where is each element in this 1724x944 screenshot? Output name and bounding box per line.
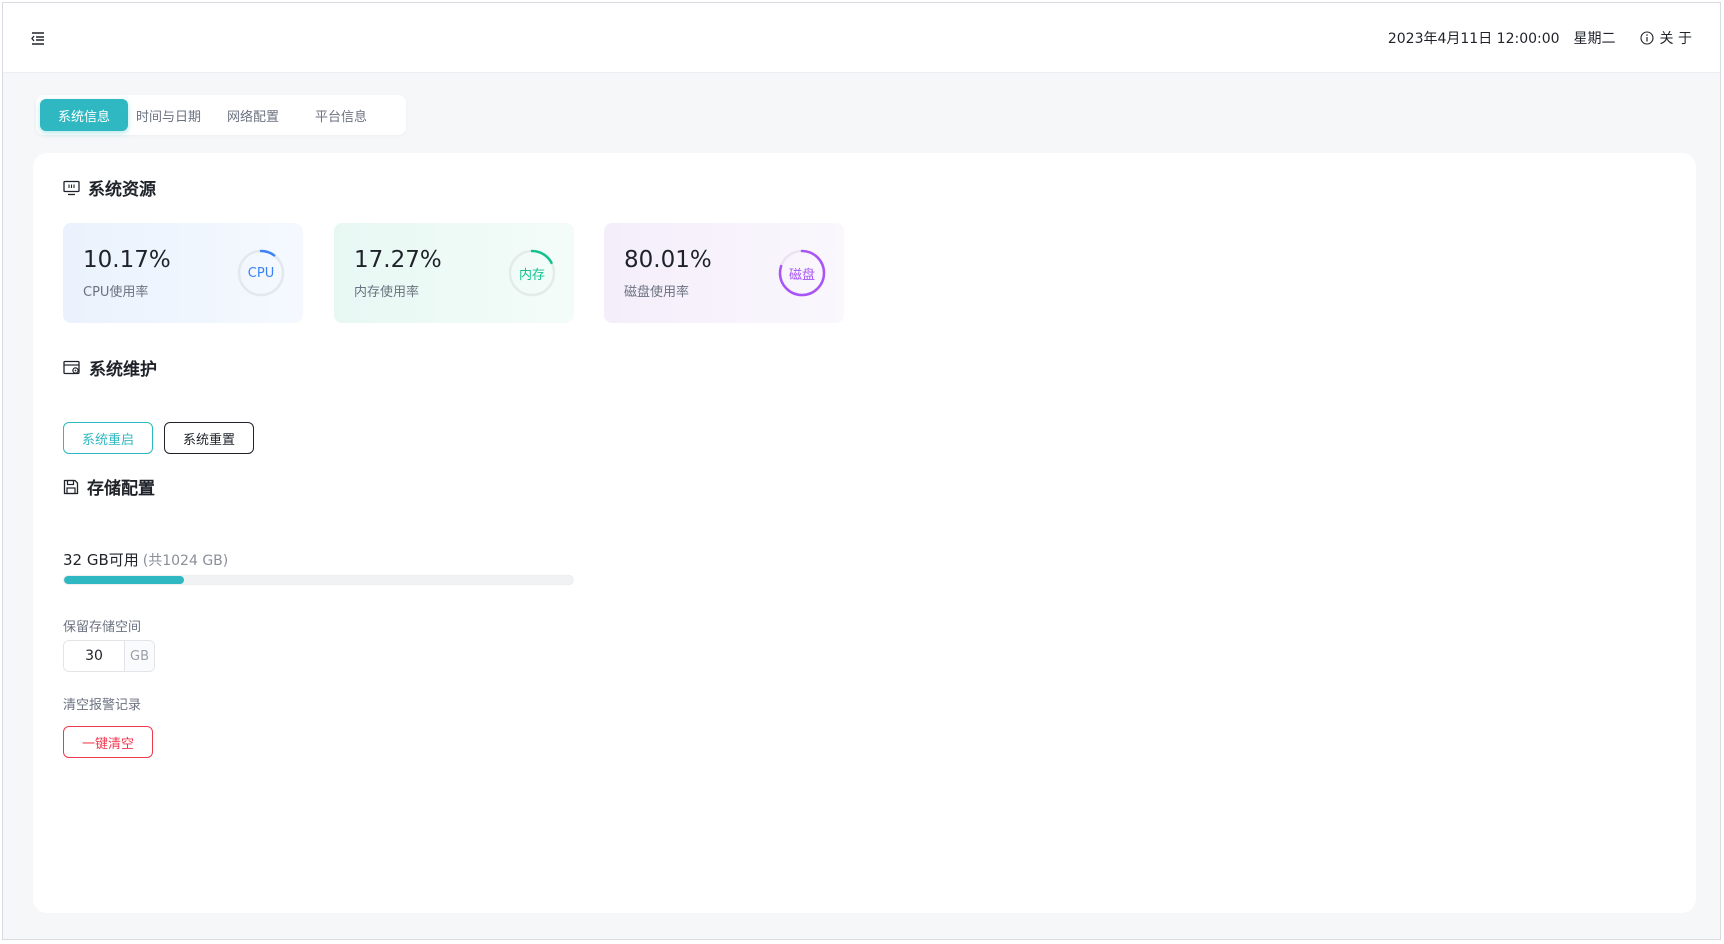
tab-bar: 系统信息 时间与日期 网络配置 平台信息 (36, 95, 406, 135)
section-maintenance-label: 系统维护 (89, 360, 157, 380)
tab-platform-info[interactable]: 平台信息 (297, 99, 385, 131)
storage-usage-fill (64, 576, 184, 584)
cpu-ring-label: CPU (247, 265, 275, 281)
clear-alarms-label: 清空报警记录 (63, 698, 142, 713)
maintenance-icon (63, 360, 80, 374)
system-reset-button[interactable]: 系统重置 (164, 422, 254, 454)
storage-summary: 32 GB可用 (共1024 GB) (63, 549, 228, 570)
system-restart-button[interactable]: 系统重启 (63, 422, 153, 454)
storage-available: 32 GB可用 (63, 551, 139, 569)
menu-collapse-icon[interactable] (29, 29, 47, 47)
tab-network-config[interactable]: 网络配置 (209, 99, 297, 131)
cpu-usage-value: 10.17% (83, 247, 171, 273)
about-label: 关 于 (1659, 31, 1692, 47)
reserve-storage-input[interactable] (64, 641, 124, 671)
storage-usage-bar (63, 575, 574, 585)
save-icon (63, 479, 79, 494)
memory-usage-label: 内存使用率 (354, 285, 420, 300)
section-resources-label: 系统资源 (88, 180, 156, 200)
app-window: 2023年4月11日 12:00:00 星期二 关 于 系统信息 时间与日期 网… (2, 2, 1721, 940)
top-bar: 2023年4月11日 12:00:00 星期二 关 于 (3, 3, 1720, 73)
disk-usage-card: 80.01% 磁盘使用率 磁盘 (604, 223, 844, 323)
info-icon (1639, 31, 1654, 45)
memory-usage-card: 17.27% 内存使用率 内存 (334, 223, 574, 323)
content-card: 系统资源 10.17% CPU使用率 CPU 17.27% 内存使用率 内存 8… (33, 153, 1696, 913)
section-maintenance-title: 系统维护 (63, 355, 157, 380)
tab-system-info[interactable]: 系统信息 (40, 99, 129, 131)
storage-total: (共1024 GB) (142, 553, 229, 569)
memory-usage-value: 17.27% (354, 247, 442, 273)
current-weekday: 星期二 (1573, 31, 1616, 47)
current-datetime: 2023年4月11日 12:00:00 (1387, 31, 1560, 47)
header-right: 2023年4月11日 12:00:00 星期二 关 于 (1388, 3, 1692, 73)
clear-all-button[interactable]: 一键清空 (63, 726, 153, 758)
cpu-usage-card: 10.17% CPU使用率 CPU (63, 223, 303, 323)
disk-usage-value: 80.01% (624, 247, 712, 273)
reserve-storage-field: GB (63, 640, 155, 672)
about-button[interactable]: 关 于 (1639, 28, 1692, 48)
disk-ring-label: 磁盘 (788, 267, 815, 283)
cpu-usage-label: CPU使用率 (83, 285, 149, 300)
section-resources-title: 系统资源 (63, 175, 156, 200)
section-storage-label: 存储配置 (87, 479, 155, 499)
tab-time-date[interactable]: 时间与日期 (128, 99, 209, 131)
monitor-icon (63, 180, 80, 195)
disk-usage-label: 磁盘使用率 (624, 285, 690, 300)
reserve-storage-unit: GB (124, 641, 154, 671)
section-storage-title: 存储配置 (63, 474, 155, 499)
reserve-storage-label: 保留存储空间 (63, 620, 142, 635)
memory-ring-label: 内存 (518, 267, 545, 283)
